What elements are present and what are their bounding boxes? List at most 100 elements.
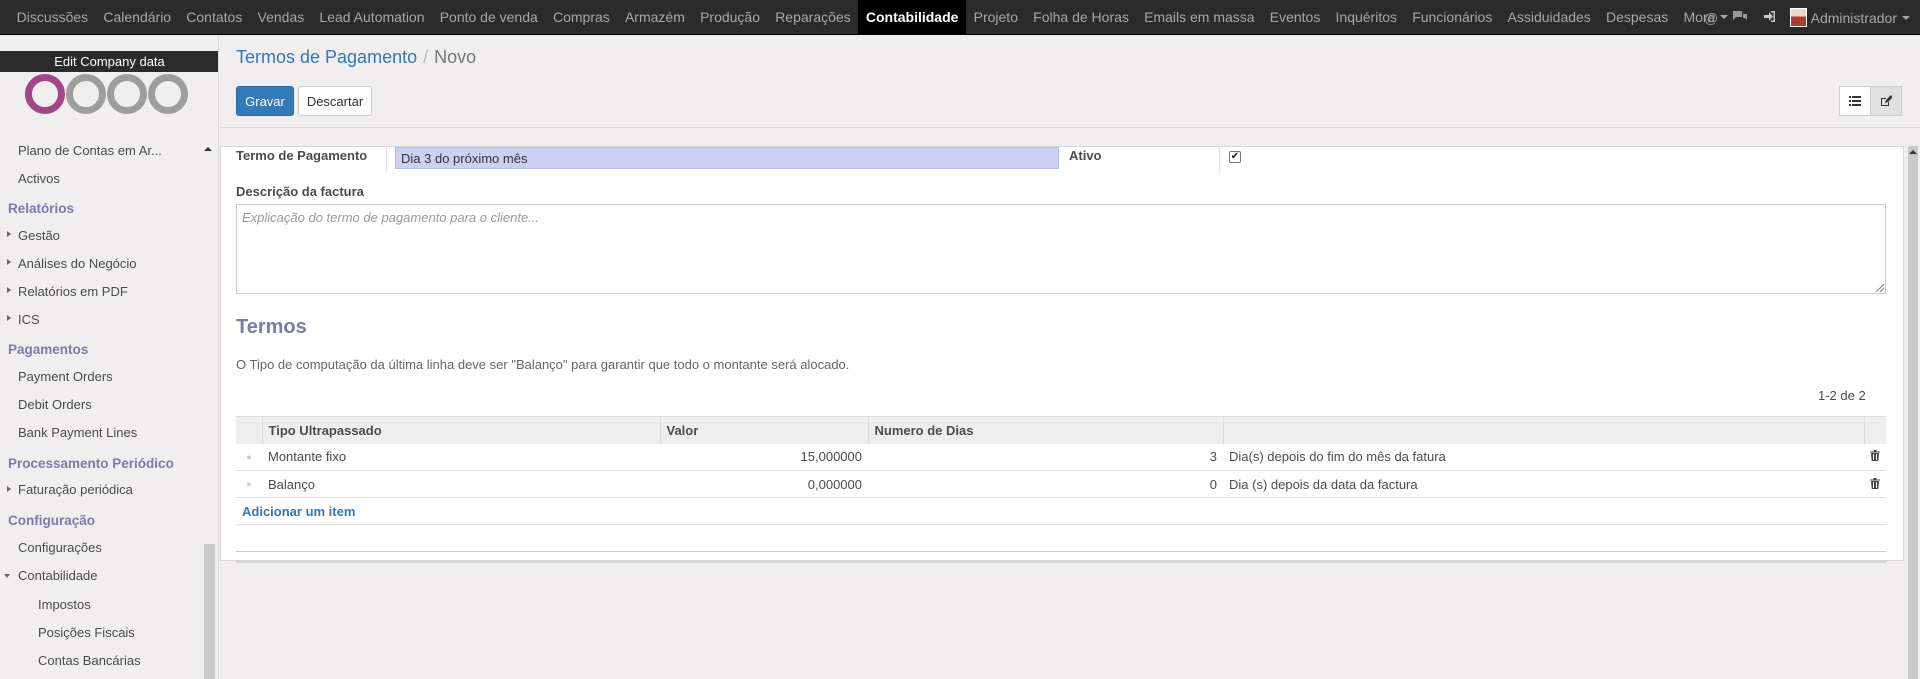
- at-icon[interactable]: @: [1697, 10, 1726, 26]
- active-label: Ativo: [1069, 148, 1102, 163]
- resize-handle-icon[interactable]: [1876, 284, 1884, 292]
- sidebar-item-debit-orders[interactable]: Debit Orders: [18, 397, 92, 412]
- caret-down-icon: [4, 574, 10, 578]
- breadcrumb-parent[interactable]: Termos de Pagamento: [236, 47, 417, 67]
- list-icon: [1849, 96, 1861, 106]
- form-scrollbar[interactable]: [1906, 146, 1920, 679]
- logo-circle: [148, 74, 188, 114]
- cell-valor[interactable]: 15,000000: [660, 443, 868, 471]
- menu-reparacoes[interactable]: Reparações: [768, 0, 859, 34]
- logo-circle: [66, 74, 106, 114]
- col-numero-dias[interactable]: Numero de Dias: [868, 416, 1224, 444]
- breadcrumb-separator: /: [423, 47, 429, 67]
- form-sheet: Termo de Pagamento Ativo ✔ Descrição da …: [220, 146, 1904, 563]
- cell-descricao[interactable]: Dia (s) depois da data da factura: [1223, 470, 1864, 498]
- systray: @ Administrador: [1697, 0, 1920, 35]
- sidebar-item-impostos[interactable]: Impostos: [38, 597, 91, 612]
- caret-right-icon: [7, 315, 11, 321]
- sidebar-item-analises[interactable]: Análises do Negócio: [18, 256, 137, 271]
- save-button[interactable]: Gravar: [236, 86, 294, 116]
- scroll-up-icon[interactable]: [1909, 150, 1917, 154]
- sidebar-item-plano-de-contas[interactable]: Plano de Contas em Ar...: [18, 143, 162, 158]
- caret-right-icon: [7, 287, 11, 293]
- term-input[interactable]: [395, 147, 1059, 169]
- cell-tipo[interactable]: Montante fixo: [262, 443, 660, 471]
- menu-contabilidade[interactable]: Contabilidade: [858, 0, 967, 34]
- table-row[interactable]: ● Balanço 0,000000 0 Dia (s) depois da d…: [236, 470, 1886, 498]
- sidebar-item-contabilidade[interactable]: Contabilidade: [18, 568, 98, 583]
- menu-despesas[interactable]: Despesas: [1598, 0, 1675, 34]
- app-menu: Discussões Calendário Contatos Vendas Le…: [0, 0, 1736, 34]
- menu-lead-automation[interactable]: Lead Automation: [312, 0, 432, 34]
- table-row[interactable]: ● Montante fixo 15,000000 3 Dia(s) depoi…: [236, 443, 1886, 471]
- company-logo[interactable]: [25, 74, 189, 114]
- cell-tipo[interactable]: Balanço: [262, 470, 660, 498]
- col-descricao: [1223, 416, 1865, 444]
- handle-header: [236, 416, 263, 444]
- col-valor[interactable]: Valor: [660, 416, 869, 444]
- scrollbar-thumb[interactable]: [1908, 146, 1918, 679]
- form-view-button[interactable]: [1870, 86, 1902, 116]
- sidebar-item-activos[interactable]: Activos: [18, 171, 60, 186]
- cell-dias[interactable]: 0: [868, 470, 1223, 498]
- trash-icon-svg: [1870, 450, 1880, 462]
- trash-icon[interactable]: [1864, 443, 1886, 471]
- menu-emails-em-massa[interactable]: Emails em massa: [1136, 0, 1262, 34]
- active-checkbox[interactable]: ✔: [1229, 151, 1241, 163]
- col-tipo[interactable]: Tipo Ultrapassado: [262, 416, 661, 444]
- list-view-button[interactable]: [1839, 86, 1871, 116]
- edit-company-button[interactable]: Edit Company data: [0, 51, 218, 72]
- caret-right-icon: [7, 486, 11, 492]
- invoice-desc-textarea[interactable]: Explicação do termo de pagamento para o …: [236, 204, 1886, 294]
- menu-contatos[interactable]: Contatos: [179, 0, 250, 34]
- menu-armazem[interactable]: Armazém: [617, 0, 692, 34]
- drag-handle-icon[interactable]: ●: [236, 470, 262, 498]
- sidebar-item-ics[interactable]: ICS: [18, 312, 40, 327]
- menu-producao[interactable]: Produção: [692, 0, 767, 34]
- cell-dias[interactable]: 3: [868, 443, 1223, 471]
- menu-projeto[interactable]: Projeto: [966, 0, 1026, 34]
- breadcrumb-current: Novo: [434, 47, 477, 67]
- discard-button[interactable]: Descartar: [298, 86, 372, 116]
- sidebar-item-faturacao-periodica[interactable]: Faturação periódica: [18, 482, 133, 497]
- sign-in-icon-svg: [1763, 10, 1775, 22]
- sidebar-item-payment-orders[interactable]: Payment Orders: [18, 369, 113, 384]
- sidebar-item-bank-payment-lines[interactable]: Bank Payment Lines: [18, 425, 137, 440]
- cell-valor[interactable]: 0,000000: [660, 470, 868, 498]
- chat-icon-svg: [1733, 10, 1748, 20]
- add-item-link[interactable]: Adicionar um item: [242, 504, 355, 519]
- sign-in-icon[interactable]: [1755, 10, 1784, 26]
- trash-icon[interactable]: [1864, 470, 1886, 498]
- cell-descricao[interactable]: Dia(s) depois do fim do mês da fatura: [1223, 443, 1864, 471]
- drag-handle-icon[interactable]: ●: [236, 443, 262, 471]
- breadcrumb: Termos de Pagamento / Novo: [236, 47, 476, 68]
- edit-icon: [1881, 95, 1892, 106]
- terms-table: Tipo Ultrapassado Valor Numero de Dias ●…: [236, 416, 1886, 552]
- sidebar-section-configuracao: Configuração: [8, 513, 96, 528]
- menu-discussoes[interactable]: Discussões: [9, 0, 96, 34]
- caret-down-icon: [1902, 15, 1910, 20]
- menu-compras[interactable]: Compras: [545, 0, 617, 34]
- sidebar-item-posicoes-fiscais[interactable]: Posições Fiscais: [38, 625, 135, 640]
- menu-ponto-de-venda[interactable]: Ponto de venda: [432, 0, 545, 34]
- divider: [386, 147, 387, 173]
- chat-icon[interactable]: [1726, 10, 1755, 26]
- scroll-up-icon[interactable]: [204, 147, 212, 151]
- empty-row: [236, 524, 1886, 552]
- section-title-termos: Termos: [236, 316, 307, 338]
- menu-funcionarios[interactable]: Funcionários: [1405, 0, 1500, 34]
- menu-calendario[interactable]: Calendário: [96, 0, 179, 34]
- sidebar-item-contas-bancarias[interactable]: Contas Bancárias: [38, 653, 141, 668]
- menu-assiduidades[interactable]: Assiduidades: [1500, 0, 1598, 34]
- menu-folha-de-horas[interactable]: Folha de Horas: [1026, 0, 1137, 34]
- sidebar-scrollbar[interactable]: [204, 544, 215, 679]
- trash-icon-svg: [1870, 477, 1880, 489]
- sidebar-item-configuracoes[interactable]: Configurações: [18, 540, 102, 555]
- sidebar-item-relatorios-pdf[interactable]: Relatórios em PDF: [18, 284, 128, 299]
- term-label: Termo de Pagamento: [236, 148, 368, 163]
- menu-vendas[interactable]: Vendas: [250, 0, 312, 34]
- menu-inqueritos[interactable]: Inquéritos: [1328, 0, 1405, 34]
- menu-eventos[interactable]: Eventos: [1262, 0, 1328, 34]
- sidebar-item-gestao[interactable]: Gestão: [18, 228, 60, 243]
- user-menu[interactable]: Administrador: [1784, 8, 1920, 27]
